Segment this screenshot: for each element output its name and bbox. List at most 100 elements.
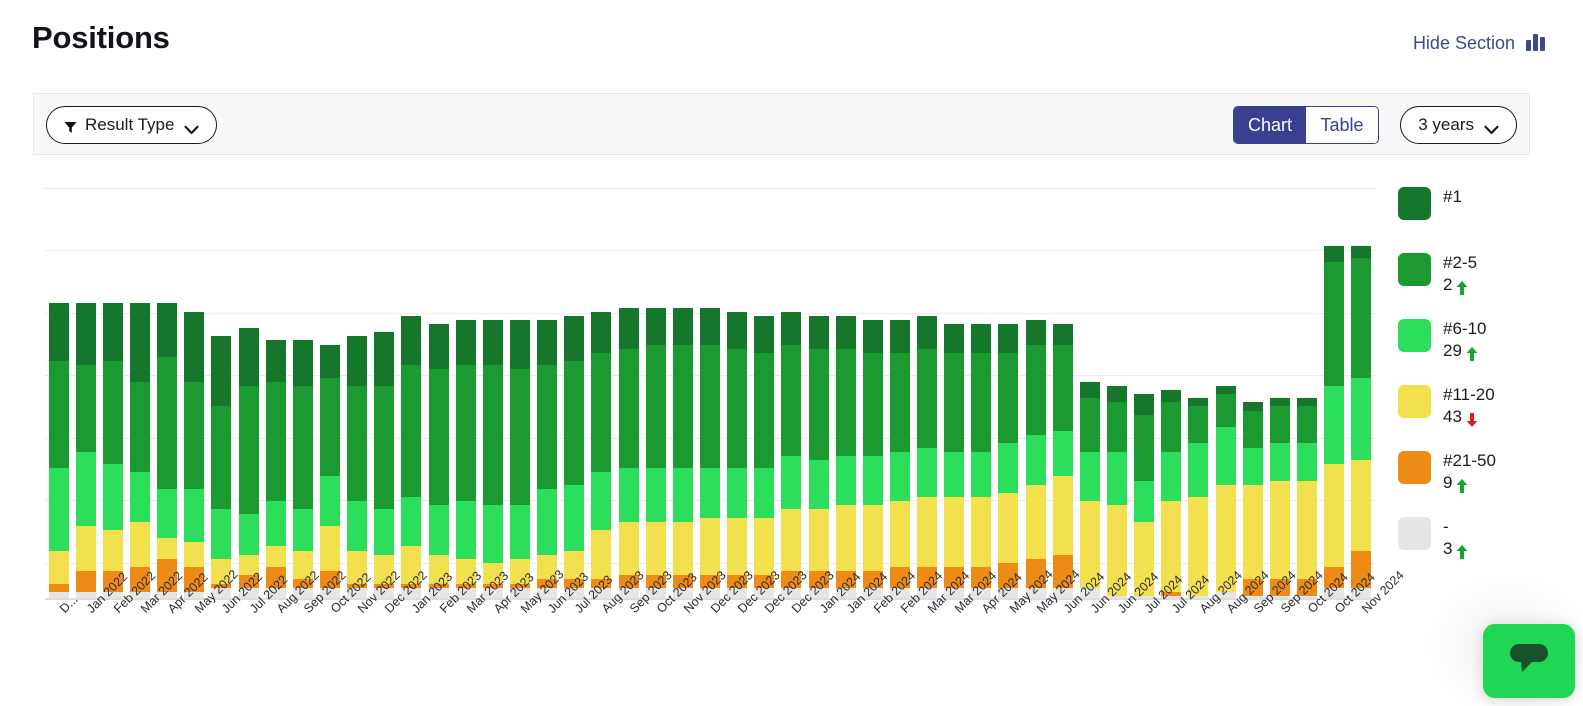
bar-column[interactable] (1022, 188, 1049, 600)
stacked-bar[interactable] (184, 311, 205, 600)
stacked-bar[interactable] (1107, 385, 1128, 600)
legend-item[interactable]: #6-10 29 (1398, 318, 1573, 364)
hide-section-link[interactable]: Hide Section (1413, 33, 1515, 54)
bar-column[interactable] (832, 188, 859, 600)
stacked-bar[interactable] (917, 315, 938, 600)
tab-chart-view[interactable]: Chart (1233, 107, 1306, 143)
bar-column[interactable] (696, 188, 723, 600)
bar-column[interactable] (534, 188, 561, 600)
stacked-bar[interactable] (699, 307, 720, 600)
stacked-bar[interactable] (211, 336, 232, 600)
stacked-bar[interactable] (645, 307, 666, 600)
stacked-bar[interactable] (75, 303, 96, 600)
legend-item[interactable]: #2-5 2 (1398, 252, 1573, 298)
bar-column[interactable] (208, 188, 235, 600)
bar-column[interactable] (561, 188, 588, 600)
bar-column[interactable] (425, 188, 452, 600)
stacked-bar[interactable] (428, 324, 449, 600)
bar-column[interactable] (1321, 188, 1348, 600)
stacked-bar[interactable] (808, 315, 829, 600)
bar-column[interactable] (859, 188, 886, 600)
stacked-bar[interactable] (1161, 389, 1182, 600)
bar-chart-icon[interactable] (1525, 31, 1547, 53)
bar-column[interactable] (1103, 188, 1130, 600)
stacked-bar[interactable] (347, 336, 368, 600)
bar-column[interactable] (452, 188, 479, 600)
stacked-bar[interactable] (944, 324, 965, 600)
legend-item[interactable]: #21-50 9 (1398, 450, 1573, 496)
chat-widget-button[interactable] (1483, 624, 1575, 698)
bar-column[interactable] (1158, 188, 1185, 600)
bar-column[interactable] (1348, 188, 1375, 600)
bar-column[interactable] (1212, 188, 1239, 600)
bar-column[interactable] (615, 188, 642, 600)
stacked-bar[interactable] (455, 319, 476, 600)
stacked-bar[interactable] (509, 319, 530, 600)
bar-column[interactable] (941, 188, 968, 600)
result-type-filter-button[interactable]: Result Type (46, 106, 218, 144)
stacked-bar[interactable] (971, 324, 992, 600)
stacked-bar[interactable] (1351, 245, 1372, 600)
stacked-bar[interactable] (129, 303, 150, 600)
bar-column[interactable] (344, 188, 371, 600)
stacked-bar[interactable] (862, 319, 883, 600)
stacked-bar[interactable] (265, 340, 286, 600)
stacked-bar[interactable] (727, 311, 748, 600)
stacked-bar[interactable] (292, 340, 313, 600)
stacked-bar[interactable] (591, 311, 612, 600)
bar-column[interactable] (1239, 188, 1266, 600)
bar-column[interactable] (1049, 188, 1076, 600)
bar-column[interactable] (371, 188, 398, 600)
stacked-bar[interactable] (319, 344, 340, 600)
bar-column[interactable] (235, 188, 262, 600)
stacked-bar[interactable] (998, 324, 1019, 600)
bar-column[interactable] (642, 188, 669, 600)
stacked-bar[interactable] (1079, 381, 1100, 600)
legend-item[interactable]: -3 (1398, 516, 1573, 562)
bar-column[interactable] (886, 188, 913, 600)
stacked-bar[interactable] (754, 315, 775, 600)
bar-column[interactable] (479, 188, 506, 600)
bar-column[interactable] (751, 188, 778, 600)
stacked-bar[interactable] (1052, 324, 1073, 600)
bar-column[interactable] (289, 188, 316, 600)
bar-column[interactable] (398, 188, 425, 600)
bar-column[interactable] (1266, 188, 1293, 600)
bar-column[interactable] (778, 188, 805, 600)
bar-column[interactable] (262, 188, 289, 600)
stacked-bar[interactable] (618, 307, 639, 600)
bar-column[interactable] (588, 188, 615, 600)
stacked-bar[interactable] (482, 319, 503, 600)
bar-column[interactable] (1185, 188, 1212, 600)
stacked-bar[interactable] (374, 332, 395, 600)
stacked-bar[interactable] (157, 303, 178, 600)
bar-column[interactable] (99, 188, 126, 600)
bar-column[interactable] (724, 188, 751, 600)
stacked-bar[interactable] (564, 315, 585, 600)
bar-column[interactable] (45, 188, 72, 600)
stacked-bar[interactable] (1324, 245, 1345, 600)
bar-column[interactable] (1293, 188, 1320, 600)
bar-column[interactable] (914, 188, 941, 600)
stacked-bar[interactable] (672, 307, 693, 600)
stacked-bar[interactable] (781, 311, 802, 600)
bar-column[interactable] (316, 188, 343, 600)
bar-column[interactable] (126, 188, 153, 600)
stacked-bar[interactable] (401, 315, 422, 600)
stacked-bar[interactable] (835, 315, 856, 600)
legend-item[interactable]: #11-20 43 (1398, 384, 1573, 430)
bar-column[interactable] (1076, 188, 1103, 600)
stacked-bar[interactable] (48, 303, 69, 600)
bar-column[interactable] (805, 188, 832, 600)
bar-column[interactable] (154, 188, 181, 600)
bar-column[interactable] (669, 188, 696, 600)
stacked-bar[interactable] (537, 319, 558, 600)
stacked-bar[interactable] (1025, 319, 1046, 600)
tab-table-view[interactable]: Table (1306, 107, 1378, 143)
stacked-bar[interactable] (238, 328, 259, 600)
stacked-bar[interactable] (1215, 385, 1236, 600)
stacked-bar[interactable] (102, 303, 123, 600)
legend-item[interactable]: #1 (1398, 186, 1573, 232)
bar-column[interactable] (506, 188, 533, 600)
stacked-bar[interactable] (889, 319, 910, 600)
